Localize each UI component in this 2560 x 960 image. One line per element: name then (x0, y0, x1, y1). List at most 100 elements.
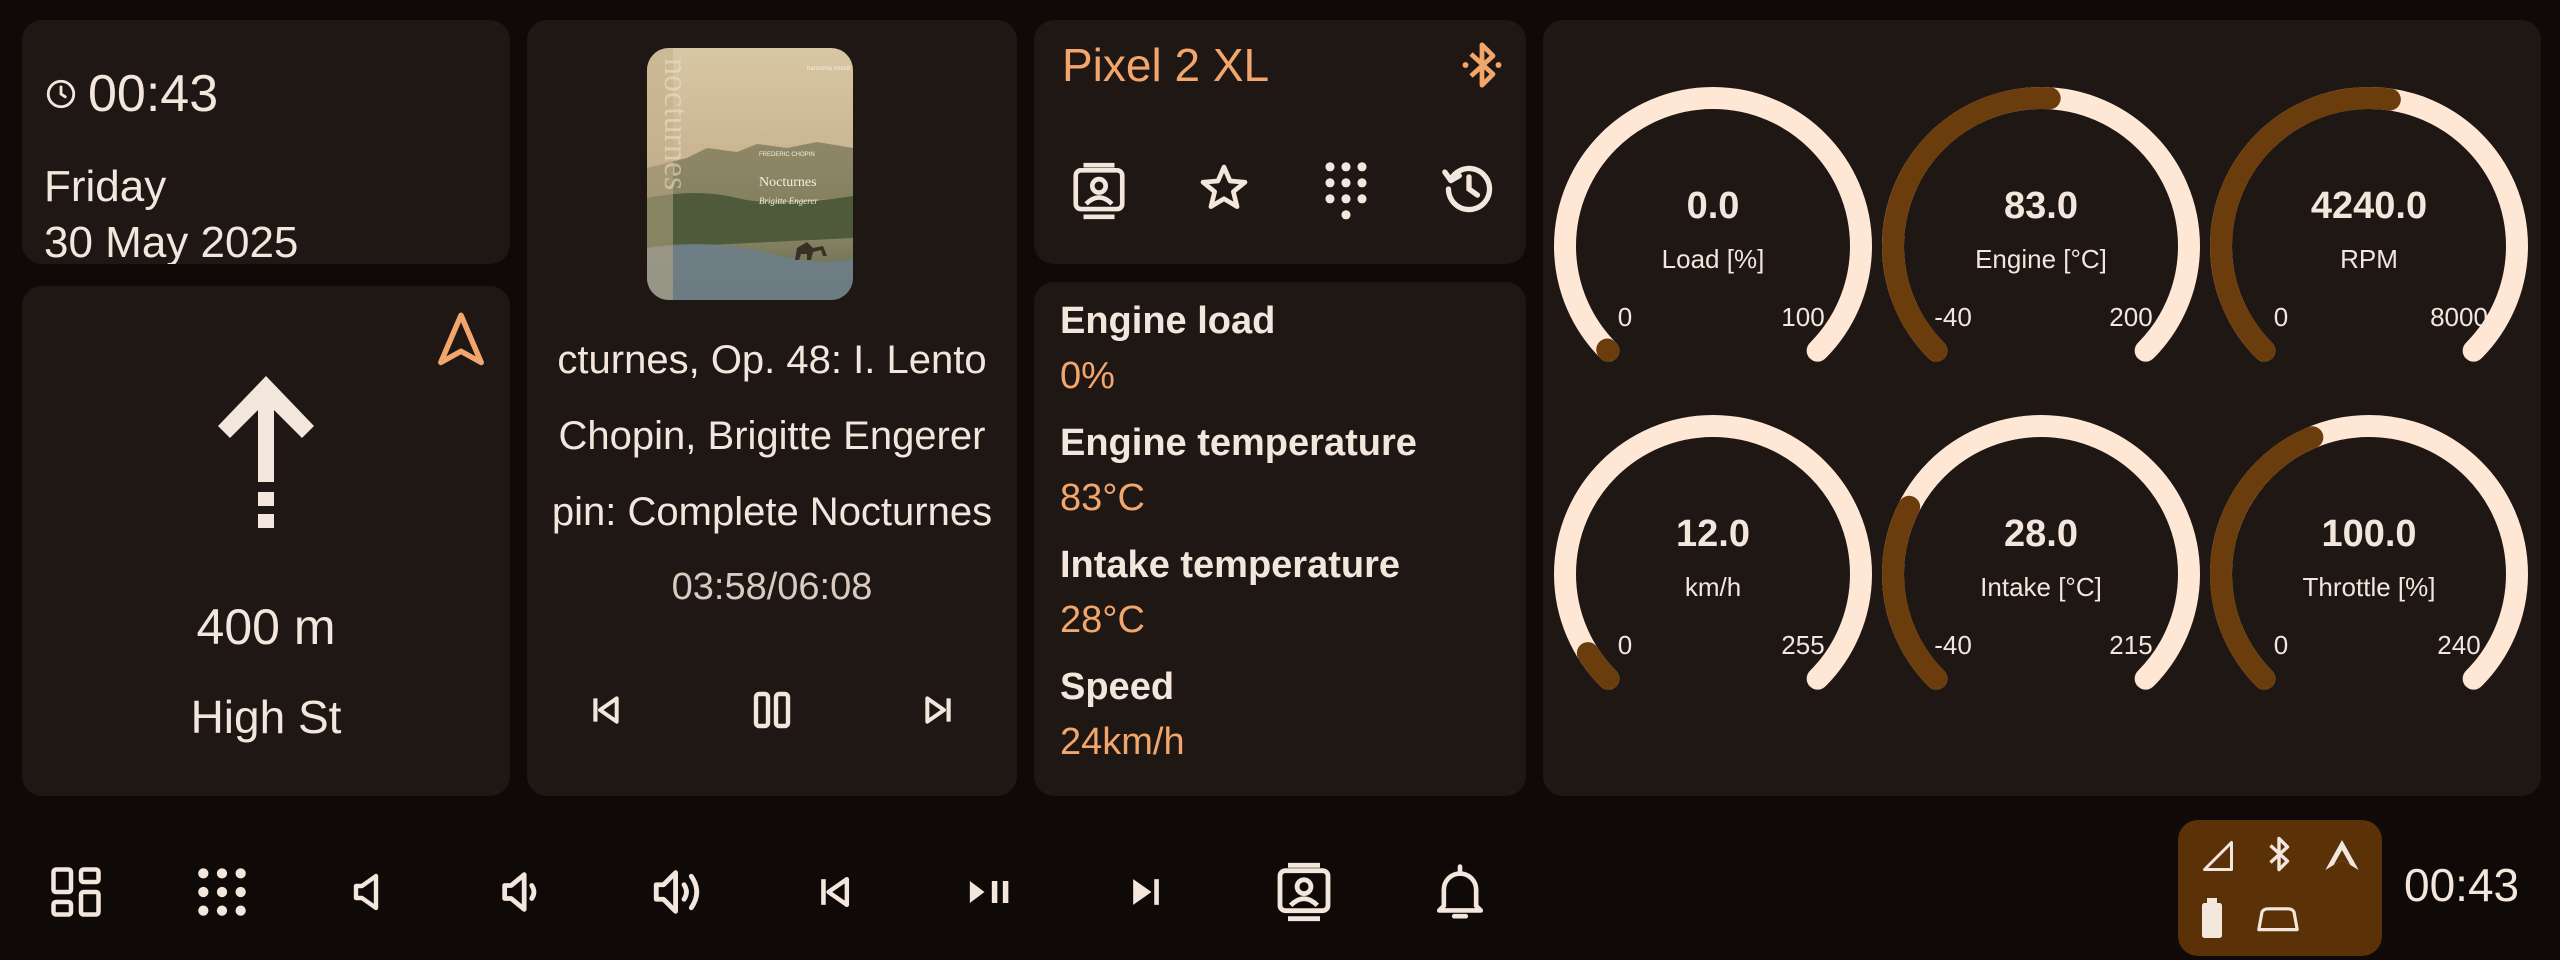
phone-card: Pixel 2 XL (1034, 20, 1526, 264)
clock-date: 30 May 2025 (44, 218, 299, 264)
gauge-value: 100.0 (2321, 513, 2416, 555)
gauge: 28.0 Intake [°C] -40 215 (1881, 414, 2201, 734)
next-button[interactable] (911, 682, 967, 738)
gauge-value: 83.0 (2004, 185, 2078, 227)
skip-next-button[interactable] (1106, 852, 1186, 932)
previous-button[interactable] (577, 682, 633, 738)
gauge-label: Engine [°C] (1975, 244, 2107, 274)
volume-mute-button[interactable] (328, 852, 408, 932)
app-logo-icon (2322, 836, 2362, 874)
album-art-composer: FREDERIC CHOPIN (759, 152, 815, 158)
dialpad-icon[interactable] (1318, 160, 1374, 224)
track-progress: 03:58/06:08 (671, 566, 873, 608)
gauge-min-label: -40 (1934, 302, 1972, 332)
album-art-vertical: nocturnes (657, 58, 694, 190)
skip-previous-icon (812, 870, 856, 914)
navigation-card[interactable]: 400 m High St (22, 286, 510, 796)
stat-label: Intake temperature (1060, 544, 1401, 586)
gauge-max-label: 8000 (2430, 302, 2488, 332)
pause-button[interactable] (744, 682, 800, 738)
gauge-fill (2210, 426, 2324, 690)
contacts-icon[interactable] (1068, 160, 1130, 224)
gauge: 83.0 Engine [°C] -40 200 (1881, 86, 2201, 406)
navigation-street: High St (190, 691, 342, 743)
volume-down-button[interactable] (482, 852, 562, 932)
volume-down-icon (496, 866, 548, 918)
gauge: 0.0 Load [%] 0 100 (1553, 86, 1873, 406)
album-art-label: harmonia mundi (807, 66, 850, 72)
gauge-fill (1576, 642, 1620, 690)
gauge-fill (1882, 495, 1948, 690)
volume-up-icon (649, 863, 707, 921)
album-art-title: Nocturnes (759, 175, 817, 190)
stat-speed: Speed 24km/h (1060, 666, 1185, 764)
status-clock: 00:43 (2404, 859, 2520, 911)
skip-next-icon (1124, 870, 1168, 914)
volume-up-button[interactable] (638, 852, 718, 932)
notifications-icon (1432, 862, 1488, 922)
status-tray[interactable] (2178, 820, 2382, 956)
stat-label: Engine load (1060, 300, 1276, 342)
gauge-min-label: 0 (2274, 302, 2288, 332)
contacts-button[interactable] (1264, 852, 1344, 932)
gauge-label: Throttle [%] (2303, 572, 2436, 602)
skip-previous-button[interactable] (794, 852, 874, 932)
bottom-bar: 00:43 (0, 816, 2560, 960)
gauge-label: km/h (1685, 572, 1741, 602)
gauge-value: 0.0 (1687, 185, 1740, 227)
stat-value: 28°C (1060, 599, 1145, 641)
stat-label: Speed (1060, 666, 1175, 708)
gauge-label: RPM (2340, 244, 2398, 274)
navigation-icon[interactable] (434, 310, 488, 370)
track-title: cturnes, Op. 48: I. Lento (557, 338, 987, 382)
gauge-max-label: 240 (2437, 630, 2480, 660)
album-art-artist: Brigitte Engerer (759, 196, 818, 206)
media-card[interactable]: Nocturnes Brigitte Engerer FREDERIC CHOP… (527, 20, 1017, 796)
notifications-button[interactable] (1420, 852, 1500, 932)
apps-grid-icon (194, 864, 250, 920)
track-artist: Chopin, Brigitte Engerer (558, 414, 986, 458)
gauge-max-label: 200 (2109, 302, 2152, 332)
clock-time: 00:43 (88, 65, 219, 123)
gauge-max-label: 100 (1781, 302, 1824, 332)
stat-engine-temperature: Engine temperature 83°C (1060, 422, 1417, 520)
gauge: 4240.0 RPM 0 8000 (2209, 86, 2529, 406)
clock-card[interactable]: 00:43 Friday 30 May 2025 (22, 20, 510, 264)
bluetooth-icon (2262, 834, 2296, 874)
gauge-min-label: 0 (1618, 302, 1632, 332)
gauge-min-label: -40 (1934, 630, 1972, 660)
phone-device-name: Pixel 2 XL (1062, 39, 1270, 91)
clock-row: 00:43 (44, 64, 218, 124)
gauge-value: 28.0 (2004, 513, 2078, 555)
pause-icon (748, 686, 796, 734)
play-pause-button[interactable] (950, 852, 1030, 932)
stat-intake-temperature: Intake temperature 28°C (1060, 544, 1400, 642)
previous-icon (585, 690, 625, 730)
bluetooth-icon[interactable] (1460, 40, 1504, 90)
next-icon (919, 690, 959, 730)
car-icon (2254, 906, 2302, 934)
album-art[interactable]: Nocturnes Brigitte Engerer FREDERIC CHOP… (647, 48, 853, 300)
clock-icon (44, 77, 78, 111)
navigation-distance: 400 m (196, 599, 336, 655)
history-icon[interactable] (1440, 160, 1498, 224)
stat-value: 0% (1060, 355, 1115, 397)
stat-value: 83°C (1060, 477, 1145, 519)
vehicle-stats-card: Engine load 0% Engine temperature 83°C I… (1034, 282, 1526, 796)
play-pause-icon (964, 870, 1016, 914)
apps-button[interactable] (182, 852, 262, 932)
gauge-value: 4240.0 (2311, 185, 2427, 227)
stat-label: Engine temperature (1060, 422, 1417, 464)
signal-icon (2200, 838, 2236, 874)
dashboard-icon (46, 862, 106, 922)
gauge-label: Load [%] (1662, 244, 1765, 274)
gauge-max-label: 215 (2109, 630, 2152, 660)
contacts-icon (1272, 860, 1336, 924)
battery-icon (2200, 898, 2224, 938)
dashboard-button[interactable] (36, 852, 116, 932)
gauge-min-label: 0 (1618, 630, 1632, 660)
star-icon[interactable] (1196, 160, 1252, 224)
gauges-card: 0.0 Load [%] 0 100 83.0 Engine [°C] -40 200 4240… (1543, 20, 2541, 796)
media-controls (577, 682, 967, 738)
gauge-max-label: 255 (1781, 630, 1824, 660)
